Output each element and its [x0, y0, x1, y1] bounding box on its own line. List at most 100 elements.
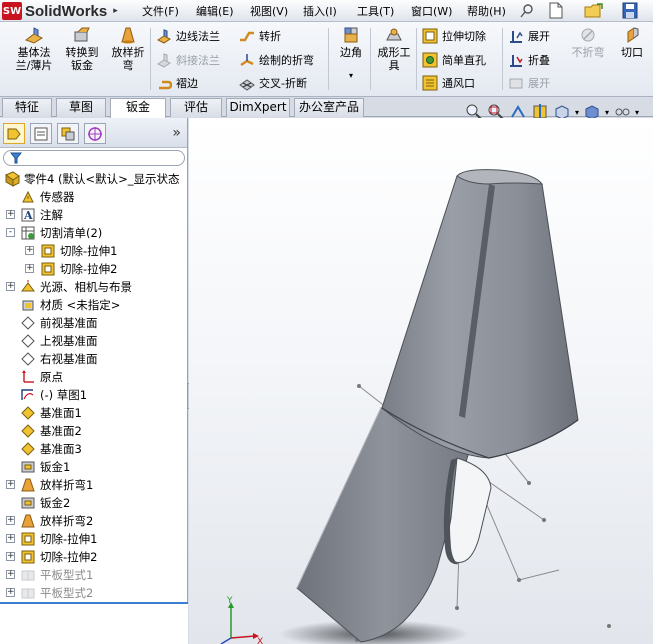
fold-button[interactable]: 折叠 [508, 52, 550, 68]
tree-item[interactable]: + 放样折弯2 [6, 512, 93, 530]
flatten-button[interactable]: 展开 [508, 75, 550, 91]
expand-icon[interactable]: + [25, 264, 34, 273]
simple-hole-icon [422, 52, 438, 68]
base-flange-button[interactable]: 基体法 兰/薄片 [11, 26, 57, 72]
tree-item-label: 平板型式1 [40, 568, 94, 582]
corners-dropdown-icon[interactable]: ▾ [334, 69, 368, 82]
view-orientation-dropdown-icon[interactable]: ▾ [575, 108, 579, 117]
tree-item[interactable]: 右视基准面 [20, 350, 98, 368]
no-bends-button[interactable]: 不折弯 [568, 26, 608, 59]
configuration-manager-icon [61, 127, 75, 140]
tree-item[interactable]: + 切除-拉伸1 [25, 242, 117, 260]
save-icon[interactable] [620, 2, 640, 19]
expand-icon[interactable]: + [6, 588, 15, 597]
tree-item[interactable]: + 放样折弯1 [6, 476, 93, 494]
property-manager-tab[interactable] [30, 123, 52, 144]
tab-sketch[interactable]: 草图 [56, 98, 106, 117]
edge-flange-button[interactable]: 边线法兰 [156, 28, 220, 44]
rip-button[interactable]: 切口 [616, 26, 648, 59]
tree-item[interactable]: 上视基准面 [20, 332, 98, 350]
tree-item[interactable]: + 平板型式2 [6, 584, 93, 602]
pane-collapse-icon[interactable]: » [172, 125, 181, 141]
tree-item[interactable]: 材质 <未指定> [20, 296, 120, 314]
tree-item[interactable]: + 切除-拉伸2 [25, 260, 117, 278]
model-view[interactable]: Y X [189, 118, 653, 644]
simple-hole-button[interactable]: 简单直孔 [422, 52, 486, 68]
expand-icon[interactable]: + [6, 534, 15, 543]
configuration-manager-tab[interactable] [57, 123, 79, 144]
dimxpert-manager-tab[interactable] [84, 123, 106, 144]
tree-item[interactable]: + 切除-拉伸2 [6, 548, 97, 566]
tree-item[interactable]: 传感器 [20, 188, 75, 206]
collapse-icon[interactable]: - [6, 228, 15, 237]
expand-icon[interactable]: + [6, 552, 15, 561]
unfold-icon [510, 31, 523, 43]
expand-icon[interactable]: + [6, 282, 15, 291]
display-style-dropdown-icon[interactable]: ▾ [605, 108, 609, 117]
menu-window[interactable]: 窗口(W) [411, 3, 452, 19]
tab-sheet-metal[interactable]: 钣金 [110, 98, 166, 118]
forming-tool-button[interactable]: 成形工 具 [374, 26, 414, 72]
hem-button[interactable]: 褶边 [156, 75, 198, 91]
menu-file[interactable]: 文件(F) [142, 3, 179, 19]
tab-evaluate[interactable]: 评估 [170, 98, 222, 117]
cut-extrude-icon [21, 532, 35, 546]
tree-item[interactable]: + 平板型式1 [6, 566, 94, 584]
tab-features[interactable]: 特征 [2, 98, 52, 117]
unfold-button[interactable]: 展开 [508, 28, 550, 44]
tree-item[interactable]: 钣金2 [20, 494, 70, 512]
miter-flange-button[interactable]: 斜接法兰 [156, 52, 220, 68]
miter-flange-label: 斜接法兰 [176, 54, 220, 67]
tree-item[interactable]: 原点 [20, 368, 63, 386]
lofted-bend-button[interactable]: 放样折 弯 [106, 26, 150, 72]
app-logo[interactable]: SW SolidWorks ▸ [2, 1, 118, 21]
expand-icon[interactable]: + [6, 210, 15, 219]
menu-tools[interactable]: 工具(T) [357, 3, 394, 19]
expand-icon[interactable]: + [6, 480, 15, 489]
hide-show-dropdown-icon[interactable]: ▾ [635, 108, 639, 117]
feature-manager-tab[interactable] [3, 123, 25, 144]
svg-text:A: A [23, 209, 33, 222]
jog-button[interactable]: 转折 [239, 28, 281, 44]
convert-to-sheetmetal-icon [74, 27, 90, 42]
ribbon-separator [370, 28, 371, 90]
sketch-icon [21, 389, 34, 400]
tree-item[interactable]: (-) 草图1 [20, 386, 87, 404]
tree-item[interactable]: + 光源、相机与布景 [6, 278, 132, 296]
menu-help[interactable]: 帮助(H) [467, 3, 506, 19]
corners-button[interactable]: 边角 ▾ [334, 26, 368, 82]
tree-item[interactable]: 前视基准面 [20, 314, 98, 332]
menu-insert[interactable]: 插入(I) [303, 3, 337, 19]
base-flange-label: 基体法 兰/薄片 [15, 46, 53, 72]
tab-dimxpert[interactable]: DimXpert [226, 98, 290, 117]
tree-item-label: 上视基准面 [40, 334, 98, 348]
vent-button[interactable]: 通风口 [422, 75, 475, 91]
tree-filter-input[interactable] [3, 150, 185, 166]
cross-break-button[interactable]: 交叉-折断 [239, 75, 307, 91]
pushpin-icon[interactable] [519, 2, 539, 19]
sketched-bend-button[interactable]: 绘制的折弯 [239, 52, 314, 68]
tree-item[interactable]: 基准面1 [20, 404, 82, 422]
tree-item[interactable]: 基准面2 [20, 422, 82, 440]
tree-item[interactable]: 钣金1 [20, 458, 70, 476]
coordinate-triad: Y X [220, 596, 263, 644]
menu-edit[interactable]: 编辑(E) [196, 3, 234, 19]
tree-item[interactable]: + A 注解 [6, 206, 63, 224]
extruded-cut-button[interactable]: 拉伸切除 [422, 28, 486, 44]
graphics-area[interactable]: Y X [189, 118, 653, 644]
tree-item[interactable]: 零件4 (默认<默认>_显示状态 [4, 170, 179, 188]
expand-icon[interactable]: + [6, 570, 15, 579]
cut-extrude-icon [41, 262, 55, 276]
feature-manager-pane: » 零件4 (默认<默认>_显示状态 传感器 + A 注解 - 切割清单(2) + 切除-拉伸1… [0, 118, 188, 644]
tree-item[interactable]: - 切割清单(2) [6, 224, 102, 242]
expand-icon[interactable]: + [6, 516, 15, 525]
tree-item[interactable]: 基准面3 [20, 440, 82, 458]
convert-to-sheetmetal-button[interactable]: 转换到 钣金 [60, 26, 104, 72]
menu-view[interactable]: 视图(V) [250, 3, 288, 19]
tree-item-label: (-) 草图1 [40, 388, 88, 402]
tree-item[interactable]: + 切除-拉伸1 [6, 530, 97, 548]
new-document-icon[interactable] [546, 2, 566, 19]
open-folder-icon[interactable] [584, 2, 604, 19]
expand-icon[interactable]: + [25, 246, 34, 255]
tab-office-products[interactable]: 办公室产品 [294, 98, 364, 117]
